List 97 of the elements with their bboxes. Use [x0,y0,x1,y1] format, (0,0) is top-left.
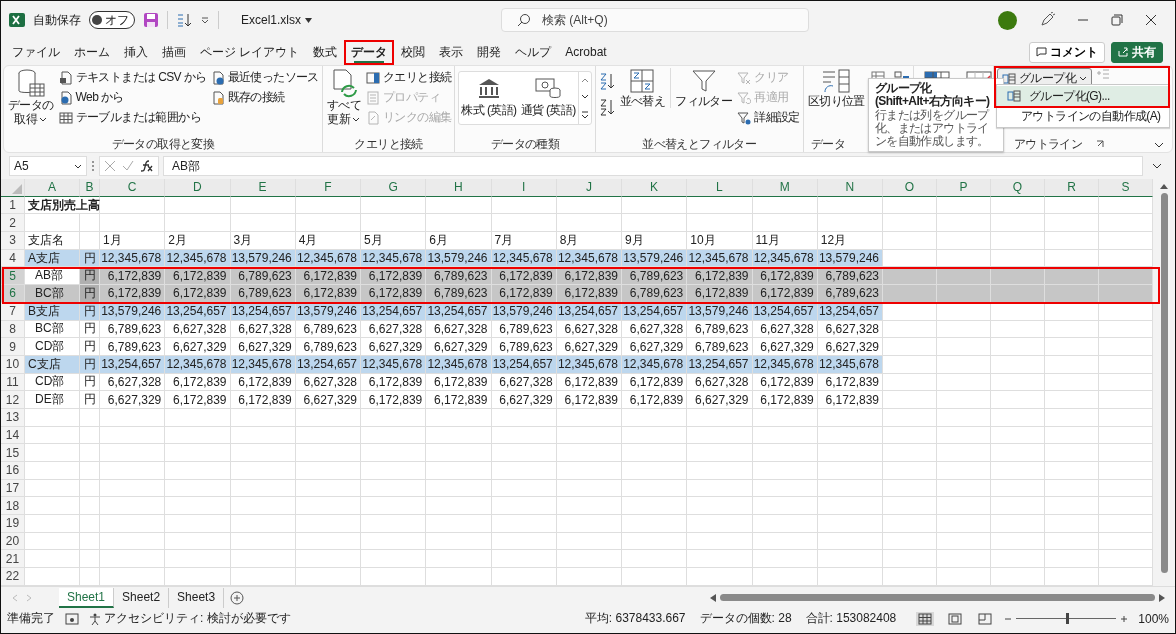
table-cell: 6,172,839 [556,373,622,392]
table-cell: 6,627,328 [817,320,883,339]
table-cell: 7月 [491,232,557,250]
table-cell: 円 [80,320,100,339]
table-cell: 6,627,328 [426,320,492,339]
table-cell: 6,789,623 [622,285,688,303]
table-cell: BC部 [25,285,80,303]
tooltip-title: グループ化 (Shift+Alt+右方向キー) [874,82,991,108]
table-cell: 円 [80,285,100,303]
table-cell: 6,172,839 [491,285,557,303]
table-cell: 6,627,329 [100,391,166,409]
table-cell: 6,627,328 [295,373,361,392]
table-cell: 8月 [556,232,622,250]
table-cell: 6,172,839 [752,391,818,409]
table-cell: 6,172,839 [361,285,427,303]
table-cell: 6,627,329 [426,338,492,356]
table-cell: 6,172,839 [295,285,361,303]
table-cell: 6,789,623 [491,338,557,356]
table-cell: 6,627,328 [491,373,557,392]
table-cell: 6,627,328 [752,320,818,339]
table-cell: 6,789,623 [491,320,557,339]
table-cell: 6,172,839 [165,373,231,392]
table-cell: 6,172,839 [752,285,818,303]
table-cell: 6,627,329 [752,338,818,356]
table-cell: 6月 [426,232,492,250]
table-cell: 6,627,329 [361,338,427,356]
table-cell: 6,627,328 [687,373,753,392]
table-cell: CD部 [25,373,80,392]
table-cell: 6,627,329 [295,391,361,409]
table-cell: 6,172,839 [100,285,166,303]
table-cell: 円 [80,391,100,409]
table-cell: 6,789,623 [100,320,166,339]
table-cell: 6,627,329 [491,391,557,409]
table-cell: 3月 [230,232,296,250]
table-cell: 6,172,839 [165,391,231,409]
table-cell: 6,172,839 [556,285,622,303]
table-cell: 9月 [622,232,688,250]
group-label: アウトライン [1013,136,1083,152]
table-cell: 12月 [817,232,883,250]
table-cell: 6,172,839 [361,373,427,392]
table-cell: 6,172,839 [426,373,492,392]
table-cell: 1月 [100,232,166,250]
table-cell: CD部 [25,338,80,356]
table-cell: 2月 [165,232,231,250]
table-cell: 11月 [752,232,818,250]
table-cell: 6,789,623 [295,320,361,339]
table-cell: 6,172,839 [687,285,753,303]
table-cell: 6,172,839 [361,391,427,409]
table-cell: 6,789,623 [295,338,361,356]
table-cell: 5月 [361,232,427,250]
group-label: データの種類 [489,136,561,152]
table-cell: 6,172,839 [426,391,492,409]
autosave-label: 自動保存 [33,11,81,29]
table-cell: 4月 [295,232,361,250]
tooltip-text: 行または列をグループ化、またはアウトラインを自動作成します。 [874,109,991,148]
status-text: 準備完了 [7,610,55,628]
group-label: データの取得と変換 [110,136,216,152]
table-cell: 6,172,839 [230,391,296,409]
table-cell: 10月 [687,232,753,250]
table-cell: 6,172,839 [817,391,883,409]
table-cell: 6,627,329 [817,338,883,356]
table-cell: 支店名 [25,232,80,250]
table-cell: 6,627,328 [230,320,296,339]
table-cell: 6,789,623 [426,285,492,303]
table-cell: 6,172,839 [817,373,883,392]
group-label: データ [809,136,846,152]
status-stat: 平均: 6378433.667 [584,610,686,628]
status-stat: データの個数: 28 [699,610,792,628]
table-cell: BC部 [25,320,80,339]
table-cell: 支店別売上高 [25,196,100,215]
table-cell: 6,627,329 [230,338,296,356]
table-cell: 6,172,839 [622,391,688,409]
table-cell: 6,172,839 [230,373,296,392]
table-cell: 6,627,329 [556,338,622,356]
table-cell: 6,172,839 [752,373,818,392]
table-cell: 6,789,623 [100,338,166,356]
table-cell: 6,627,329 [622,338,688,356]
table-cell: 6,789,623 [687,320,753,339]
table-cell: 6,627,328 [165,320,231,339]
table-cell: 6,627,328 [622,320,688,339]
table-cell: 6,789,623 [817,285,883,303]
table-cell: 円 [80,373,100,392]
table-cell: 6,627,329 [687,391,753,409]
table-cell: 6,172,839 [165,285,231,303]
table-cell: 6,789,623 [687,338,753,356]
group-label: 並べ替えとフィルター [641,136,758,152]
table-cell: 6,172,839 [556,391,622,409]
table-cell: DE部 [25,391,80,409]
group-label: クエリと接続 [353,136,424,152]
table-cell: 6,627,329 [165,338,231,356]
status-stat: 合計: 153082408 [805,610,897,628]
table-cell: 6,627,328 [556,320,622,339]
table-cell: 円 [80,338,100,356]
table-cell: 6,789,623 [230,285,296,303]
table-cell: 6,627,328 [100,373,166,392]
table-cell: 6,627,328 [361,320,427,339]
table-cell: 6,172,839 [622,373,688,392]
